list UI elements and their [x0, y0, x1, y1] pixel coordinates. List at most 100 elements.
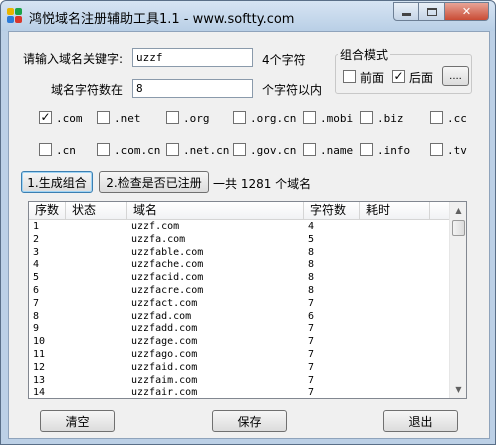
table-row[interactable]: 5 uzzfacid.com 8	[29, 272, 449, 285]
cell-status	[66, 259, 127, 272]
scroll-down-icon[interactable]: ▼	[450, 381, 466, 398]
cell-index: 4	[33, 259, 40, 271]
tld-checkbox-net[interactable]	[97, 111, 110, 124]
tld-checkbox-gov-cn[interactable]	[233, 143, 246, 156]
cell-domain: uzzfadd.com	[131, 323, 198, 335]
cell-index: 3	[33, 246, 40, 258]
cell-length: 7	[308, 336, 315, 348]
close-button[interactable]: ✕	[445, 2, 489, 21]
combo-mode-title: 组合模式	[338, 46, 391, 63]
cell-status	[66, 387, 127, 398]
back-checkbox[interactable]: ✓	[392, 70, 405, 83]
cell-length: 4	[308, 221, 315, 232]
tld-checkbox-name[interactable]	[303, 143, 316, 156]
tld-checkbox-com[interactable]: ✓	[39, 111, 52, 124]
cell-length: 7	[308, 348, 315, 360]
save-button[interactable]: 保存	[212, 410, 287, 432]
cell-status	[66, 247, 127, 260]
cell-index: 2	[33, 233, 40, 245]
cell-domain: uzzfa.com	[131, 233, 186, 245]
combo-options-button[interactable]: ....	[442, 66, 469, 86]
cell-domain: uzzfage.com	[131, 336, 198, 348]
cell-domain: uzzfago.com	[131, 348, 198, 360]
cell-time	[360, 272, 430, 285]
cell-status	[66, 375, 127, 388]
cell-domain: uzzf.com	[131, 221, 180, 232]
tld-checkbox-cc[interactable]	[430, 111, 443, 124]
cell-time	[360, 221, 430, 234]
cell-status	[66, 221, 127, 234]
tld-checkbox-net-cn[interactable]	[166, 143, 179, 156]
check-registered-button[interactable]: 2.检查是否已注册	[99, 171, 209, 193]
tld-label: .tv	[447, 144, 467, 157]
scroll-thumb[interactable]	[452, 220, 465, 236]
col-header-length[interactable]: 字符数	[304, 202, 360, 219]
cell-status	[66, 323, 127, 336]
back-label: 后面	[409, 71, 434, 85]
table-row[interactable]: 13 uzzfaim.com 7	[29, 375, 449, 388]
cell-status	[66, 272, 127, 285]
cell-domain: uzzfacid.com	[131, 272, 204, 284]
table-row[interactable]: 8 uzzfad.com 6	[29, 311, 449, 324]
tld-label: .name	[320, 144, 354, 157]
maximize-icon	[426, 7, 437, 16]
cell-status	[66, 362, 127, 375]
table-row[interactable]: 6 uzzfacre.com 8	[29, 285, 449, 298]
table-row[interactable]: 4 uzzfache.com 8	[29, 259, 449, 272]
table-row[interactable]: 12 uzzfaid.com 7	[29, 362, 449, 375]
maximize-button[interactable]	[419, 2, 445, 21]
cell-domain: uzzfaim.com	[131, 374, 198, 386]
tld-label: .mobi	[320, 112, 354, 125]
cell-domain: uzzfache.com	[131, 259, 204, 271]
col-header-index[interactable]: 序数	[29, 202, 66, 219]
cell-index: 7	[33, 297, 40, 309]
clear-button[interactable]: 清空	[40, 410, 115, 432]
table-row[interactable]: 2 uzzfa.com 5	[29, 234, 449, 247]
tld-checkbox-cn[interactable]	[39, 143, 52, 156]
tld-checkbox-biz[interactable]	[360, 111, 373, 124]
exit-button[interactable]: 退出	[383, 410, 458, 432]
tld-checkbox-org-cn[interactable]	[233, 111, 246, 124]
table-row[interactable]: 1 uzzf.com 4	[29, 221, 449, 234]
tld-checkbox-org[interactable]	[166, 111, 179, 124]
cell-time	[360, 298, 430, 311]
tld-checkbox-info[interactable]	[360, 143, 373, 156]
tld-label: .net	[114, 112, 141, 125]
col-header-status[interactable]: 状态	[66, 202, 127, 219]
table-row[interactable]: 11 uzzfago.com 7	[29, 349, 449, 362]
length-input[interactable]	[132, 79, 253, 98]
table-row[interactable]: 9 uzzfadd.com 7	[29, 323, 449, 336]
col-header-time[interactable]: 耗时	[360, 202, 430, 219]
cell-length: 7	[308, 387, 315, 399]
col-header-domain[interactable]: 域名	[127, 202, 304, 219]
cell-length: 7	[308, 297, 315, 309]
tld-checkbox-tv[interactable]	[430, 143, 443, 156]
cell-time	[360, 323, 430, 336]
vertical-scrollbar[interactable]: ▲ ▼	[449, 202, 466, 398]
domain-list[interactable]: 序数 状态 域名 字符数 耗时 1 uzzf.com 4 2 uzzfa.com 5 3 uz…	[28, 201, 467, 399]
keyword-input[interactable]	[132, 48, 253, 67]
cell-domain: uzzfacre.com	[131, 284, 204, 296]
window-controls: ✕	[393, 2, 489, 21]
table-row[interactable]: 14 uzzfair.com 7	[29, 387, 449, 399]
cell-length: 7	[308, 323, 315, 335]
title-bar[interactable]: 鸿悦域名注册辅助工具1.1 - www.softty.com ✕	[1, 1, 495, 31]
table-row[interactable]: 3 uzzfable.com 8	[29, 247, 449, 260]
tld-label: .net.cn	[183, 144, 230, 157]
table-row[interactable]: 10 uzzfage.com 7	[29, 336, 449, 349]
cell-time	[360, 387, 430, 398]
table-row[interactable]: 7 uzzfact.com 7	[29, 298, 449, 311]
minimize-button[interactable]	[393, 2, 419, 21]
tld-checkbox-com-cn[interactable]	[97, 143, 110, 156]
cell-status	[66, 285, 127, 298]
window-title: 鸿悦域名注册辅助工具1.1 - www.softty.com	[29, 12, 295, 27]
front-checkbox[interactable]	[343, 70, 356, 83]
cell-length: 8	[308, 272, 315, 284]
cell-time	[360, 375, 430, 388]
tld-checkbox-mobi[interactable]	[303, 111, 316, 124]
scroll-up-icon[interactable]: ▲	[450, 202, 466, 219]
generate-button[interactable]: 1.生成组合	[21, 171, 93, 193]
cell-status	[66, 298, 127, 311]
cell-domain: uzzfad.com	[131, 310, 192, 322]
front-label: 前面	[360, 71, 385, 85]
